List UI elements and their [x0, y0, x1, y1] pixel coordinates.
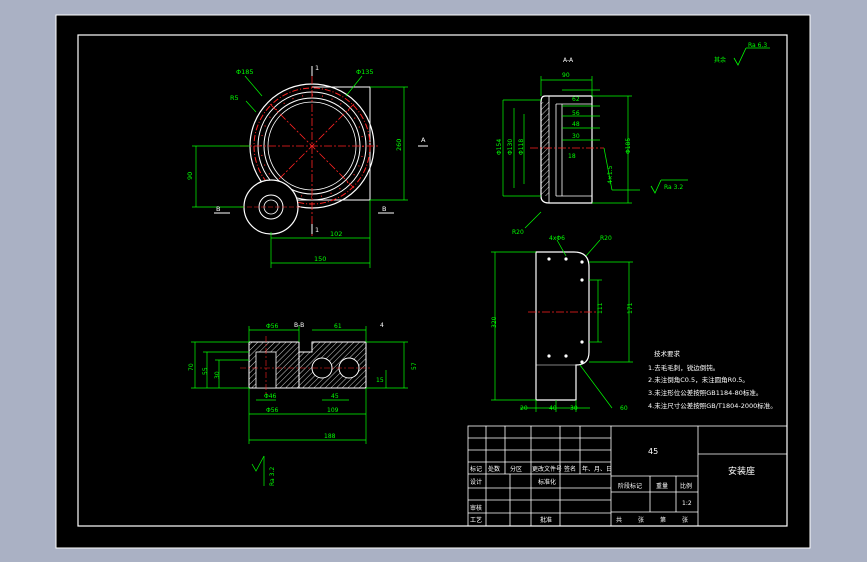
dim-b-phi56-top: Φ56: [266, 323, 279, 330]
dim-side-40: 40: [549, 405, 557, 412]
dim-a-phi154: Φ154: [496, 139, 503, 155]
tb-sheet-total: 共: [616, 516, 622, 524]
roughness-note: 其余: [714, 56, 726, 64]
dim-b-109: 109: [327, 407, 339, 414]
tb-process: 工艺: [470, 516, 482, 524]
section-b-title: B-B: [294, 322, 304, 329]
tb-sheet-unit2: 张: [682, 516, 688, 524]
drawing-sheet: [55, 14, 811, 549]
tb-weight: 重量: [656, 482, 668, 490]
tech-note-3: 3.未注形位公差按照GB1184-80标准。: [648, 388, 762, 397]
mark-four: 4: [380, 322, 384, 329]
dim-a-phi130: Φ130: [507, 139, 514, 155]
tb-stage: 阶段标记: [618, 482, 642, 490]
dim-side-30: 30: [570, 405, 578, 412]
dim-side-20: 20: [520, 405, 528, 412]
tb-sheet-unit1: 张: [638, 516, 644, 524]
dim-side-60: 60: [620, 405, 628, 412]
mark-one-bottom: 1: [315, 226, 319, 234]
mark-b-left: B: [216, 205, 220, 213]
dim-a-chamfer: 4×1.5: [607, 165, 614, 184]
dim-phi-inner: Φ135: [356, 68, 374, 76]
dim-a-ra32: Ra 3.2: [664, 184, 683, 191]
tb-sheet-no: 第: [660, 516, 666, 524]
dim-r5: R5: [230, 94, 239, 102]
tech-note-2: 2.未注倒角C0.5，未注圆角R0.5。: [648, 375, 749, 384]
dim-b-188: 188: [324, 433, 336, 440]
tb-title: 安装座: [728, 465, 755, 477]
dim-a-56: 56: [572, 110, 580, 117]
tb-label-count: 处数: [488, 465, 500, 473]
dim-side-171: 171: [627, 302, 634, 314]
dim-side-4xphi6: 4xΦ6: [549, 235, 565, 242]
cad-viewport[interactable]: Φ185 Φ135 R5 260 90 102 150 1 1 B B A A-…: [0, 0, 867, 562]
tech-note-4: 4.未注尺寸公差按照GB/T1804-2000标准。: [648, 401, 777, 410]
tb-design: 设计: [470, 478, 482, 486]
dim-side-r20: R20: [600, 235, 612, 242]
mark-b-right: B: [382, 205, 386, 213]
dim-b-phi46: Φ46: [264, 393, 277, 400]
dim-offset-90: 90: [186, 172, 194, 180]
dim-height-260: 260: [395, 139, 403, 151]
dim-b-phi56-bot: Φ56: [266, 407, 279, 414]
tb-label-date: 年、月、日: [582, 465, 612, 473]
tb-material: 45: [648, 447, 658, 456]
tb-approve: 批准: [540, 516, 552, 524]
tech-notes-title: 技术要求: [654, 349, 681, 358]
mark-one-top: 1: [315, 64, 319, 72]
mark-a-right: A: [421, 136, 426, 144]
dim-w-102: 102: [330, 230, 342, 238]
dim-a-90: 90: [562, 72, 570, 79]
section-a-title: A-A: [563, 57, 574, 64]
tb-label-mark: 标记: [470, 465, 482, 473]
dim-a-phi185: Φ185: [625, 138, 632, 154]
tech-note-1: 1.去毛毛刺，锐边倒钝。: [648, 363, 719, 372]
tb-label-sign: 签名: [564, 465, 576, 473]
dim-a-62: 62: [572, 96, 580, 103]
dim-b-61: 61: [334, 323, 342, 330]
tb-label-zone: 分区: [510, 465, 522, 473]
dim-b-57: 57: [411, 362, 418, 370]
dim-a-r20: R20: [512, 229, 524, 236]
dim-phi-outer: Φ185: [236, 68, 254, 76]
dim-a-18: 18: [568, 153, 576, 160]
dim-side-320: 320: [491, 316, 498, 328]
dim-b-70: 70: [188, 363, 195, 371]
tb-scale-label: 比例: [680, 482, 692, 490]
dim-a-30: 30: [572, 133, 580, 140]
dim-b-45: 45: [331, 393, 339, 400]
dim-b-55: 55: [202, 367, 209, 375]
dim-b-15: 15: [376, 377, 384, 384]
dim-a-phi118: Φ118: [518, 139, 525, 155]
tb-standard: 标准化: [538, 478, 556, 486]
dim-a-48: 48: [572, 121, 580, 128]
tb-review: 审核: [470, 504, 482, 512]
dim-b-ra32: Ra 3.2: [269, 467, 276, 486]
tb-label-change: 更改文件号: [532, 465, 562, 473]
dim-side-111: 111: [597, 302, 604, 314]
dim-w-150: 150: [314, 255, 326, 263]
roughness-main: Ra 6.3: [748, 42, 767, 49]
dim-b-30: 30: [214, 371, 221, 379]
tb-scale: 1:2: [682, 500, 692, 507]
